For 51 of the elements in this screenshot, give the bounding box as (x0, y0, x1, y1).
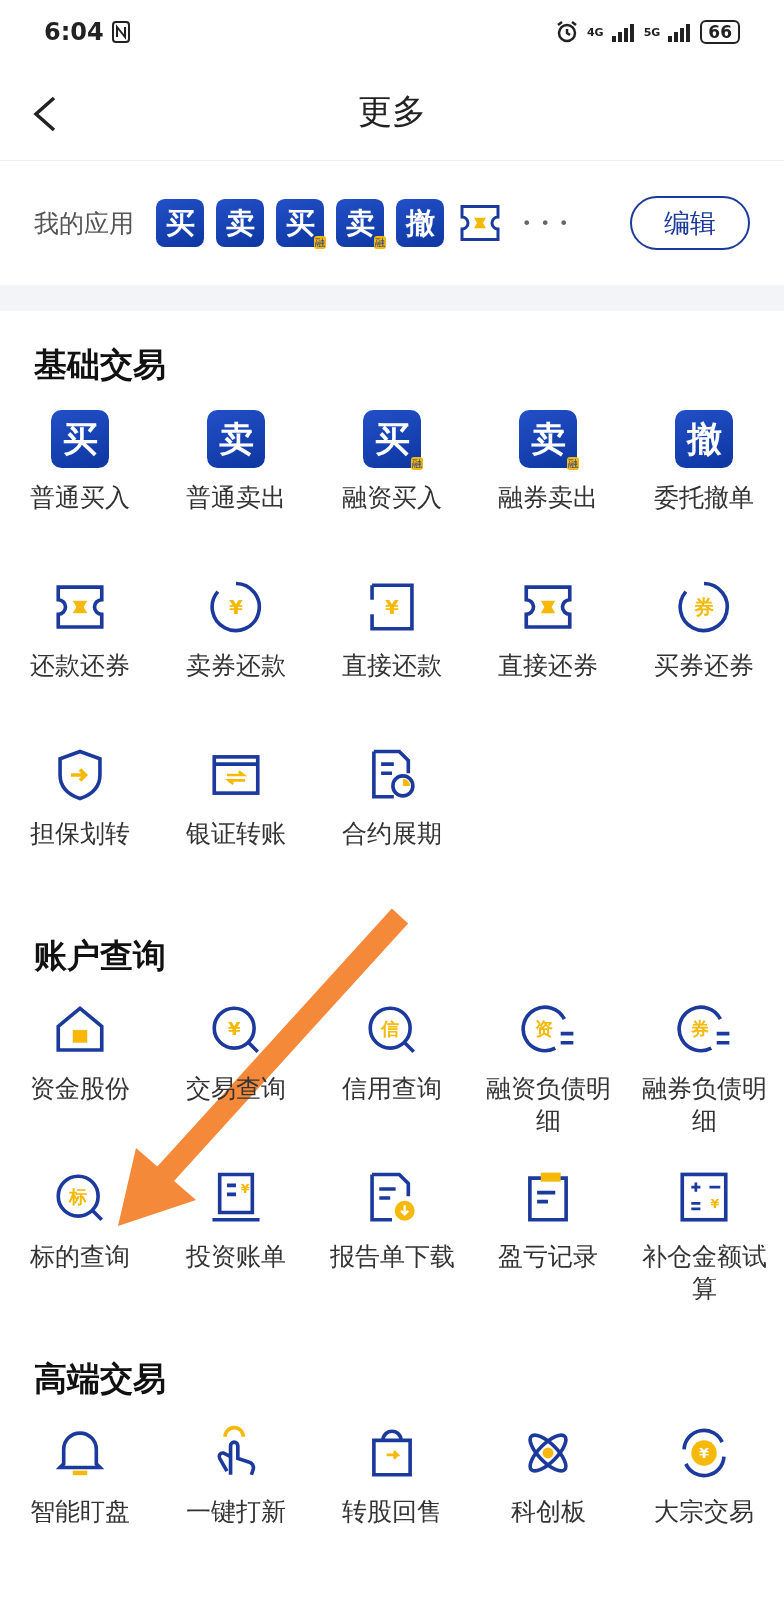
section-title: 基础交易 (33, 344, 167, 386)
nfc-icon (111, 21, 130, 43)
network-label: 4G (586, 26, 604, 38)
signal-icon (611, 22, 636, 42)
menu-item-label[interactable]: 报告单下载 (322, 1241, 462, 1273)
menu-item-label[interactable]: 普通买入 (10, 482, 150, 514)
app-tile-icon: 买 (51, 410, 109, 468)
menu-item-label[interactable]: 银证转账 (166, 818, 306, 850)
battery-level: 66 (700, 20, 740, 44)
edit-button[interactable]: 编辑 (630, 196, 750, 250)
menu-item-label[interactable]: 融资负债明细 (478, 1073, 618, 1137)
menu-item-label[interactable]: 信用查询 (322, 1073, 462, 1105)
menu-item-label[interactable]: 合约展期 (322, 818, 462, 850)
more-dots[interactable]: • • • (522, 213, 571, 233)
page-title: 更多 (358, 90, 426, 133)
menu-item-label[interactable]: 融资买入 (322, 482, 462, 514)
app-tile-icon: 撤 (675, 410, 733, 468)
menu-item-label[interactable]: 标的查询 (10, 1241, 150, 1273)
menu-item-label[interactable]: 智能盯盘 (10, 1496, 150, 1528)
menu-item-label[interactable]: 融券负债明细 (634, 1073, 774, 1137)
menu-item-label[interactable]: 一键打新 (166, 1496, 306, 1528)
menu-item-label[interactable]: 融券卖出 (478, 482, 618, 514)
menu-item-label[interactable]: 直接还券 (478, 650, 618, 682)
menu-item-label[interactable]: 补仓金额试算 (634, 1241, 774, 1305)
menu-item-label[interactable]: 转股回售 (322, 1496, 462, 1528)
menu-item-label[interactable]: 担保划转 (10, 818, 150, 850)
status-time: 6:04 (44, 18, 104, 46)
menu-item-label[interactable]: 投资账单 (166, 1241, 306, 1273)
app-tile-icon: 撤 (396, 199, 444, 247)
menu-item-label[interactable]: 买券还券 (634, 650, 774, 682)
menu-item-label[interactable]: 直接还款 (322, 650, 462, 682)
section-title: 账户查询 (33, 935, 167, 977)
network-label: 5G (643, 26, 661, 38)
app-tile-icon: 买 融 (363, 410, 421, 468)
menu-item-label[interactable]: 普通卖出 (166, 482, 306, 514)
app-tile-icon: 卖 (216, 199, 264, 247)
menu-item-label[interactable]: 盈亏记录 (478, 1241, 618, 1273)
app-tile-icon: 买 融 (276, 199, 324, 247)
menu-item-label[interactable]: 科创板 (478, 1496, 618, 1528)
menu-item-label[interactable]: 资金股份 (10, 1073, 150, 1105)
menu-item-label[interactable]: 还款还券 (10, 650, 150, 682)
section-title: 高端交易 (33, 1358, 167, 1400)
my-apps-label: 我的应用 (34, 207, 134, 240)
menu-item-label[interactable]: 大宗交易 (634, 1496, 774, 1528)
app-tile-icon: 买 (156, 199, 204, 247)
menu-item-label[interactable]: 卖券还款 (166, 650, 306, 682)
app-tile-icon: 卖 融 (336, 199, 384, 247)
menu-item-label[interactable]: 委托撤单 (634, 482, 774, 514)
app-tile-icon: 卖 (207, 410, 265, 468)
app-tile-icon: 卖 融 (519, 410, 577, 468)
signal-icon (668, 22, 693, 42)
